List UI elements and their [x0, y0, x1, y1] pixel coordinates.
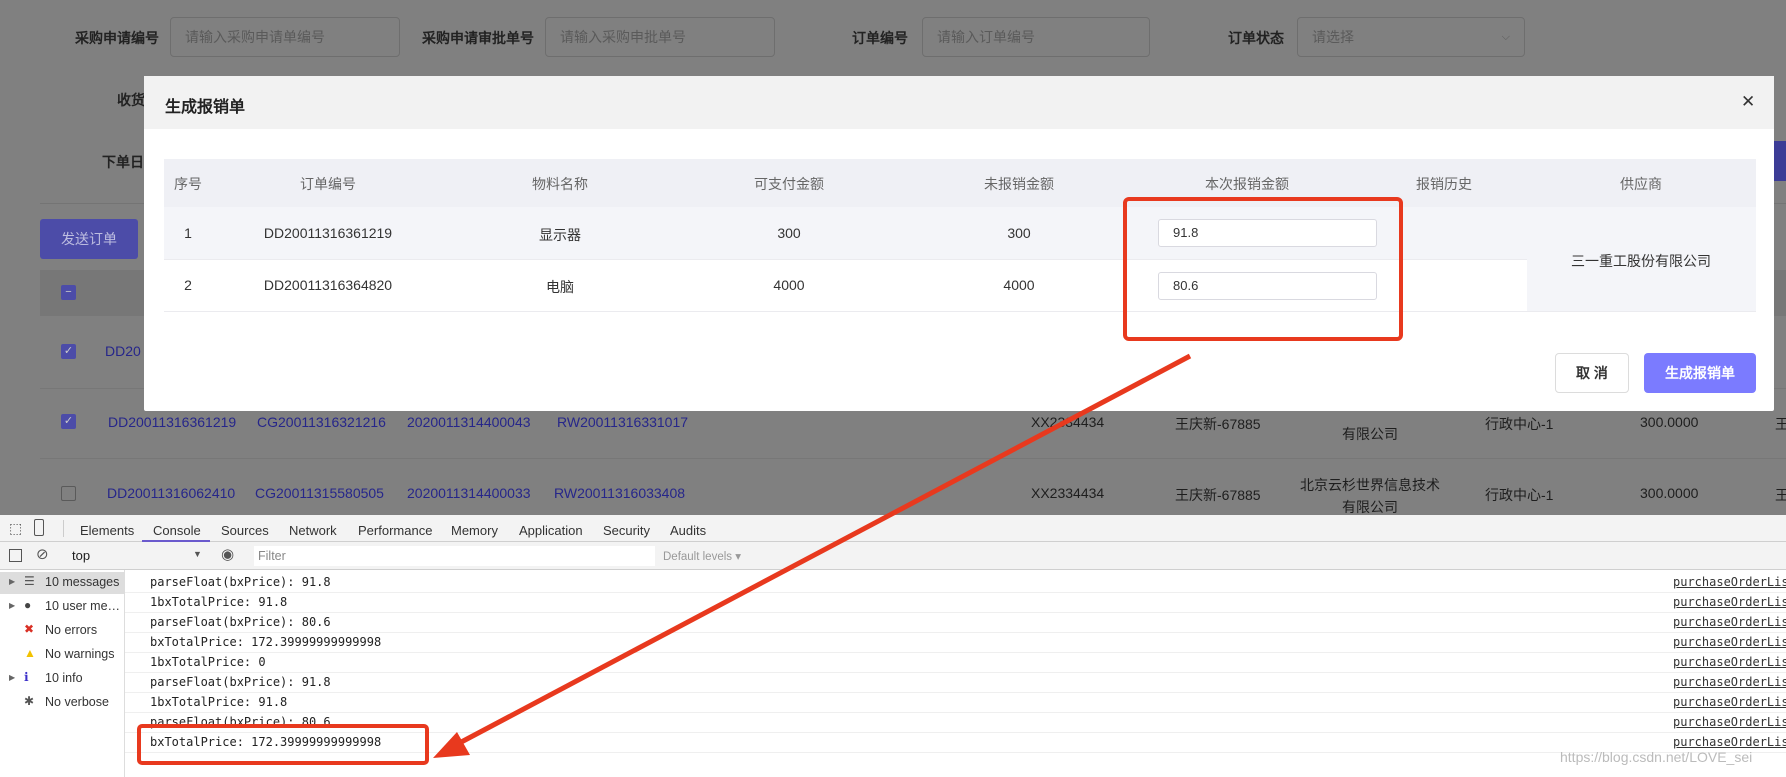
annotation-arrowhead	[433, 732, 470, 758]
annotation-layer	[137, 197, 1403, 765]
annotation-arrow-line	[448, 353, 1192, 751]
annotation-box-inputs	[1123, 197, 1403, 341]
annotation-box-console	[137, 724, 429, 765]
